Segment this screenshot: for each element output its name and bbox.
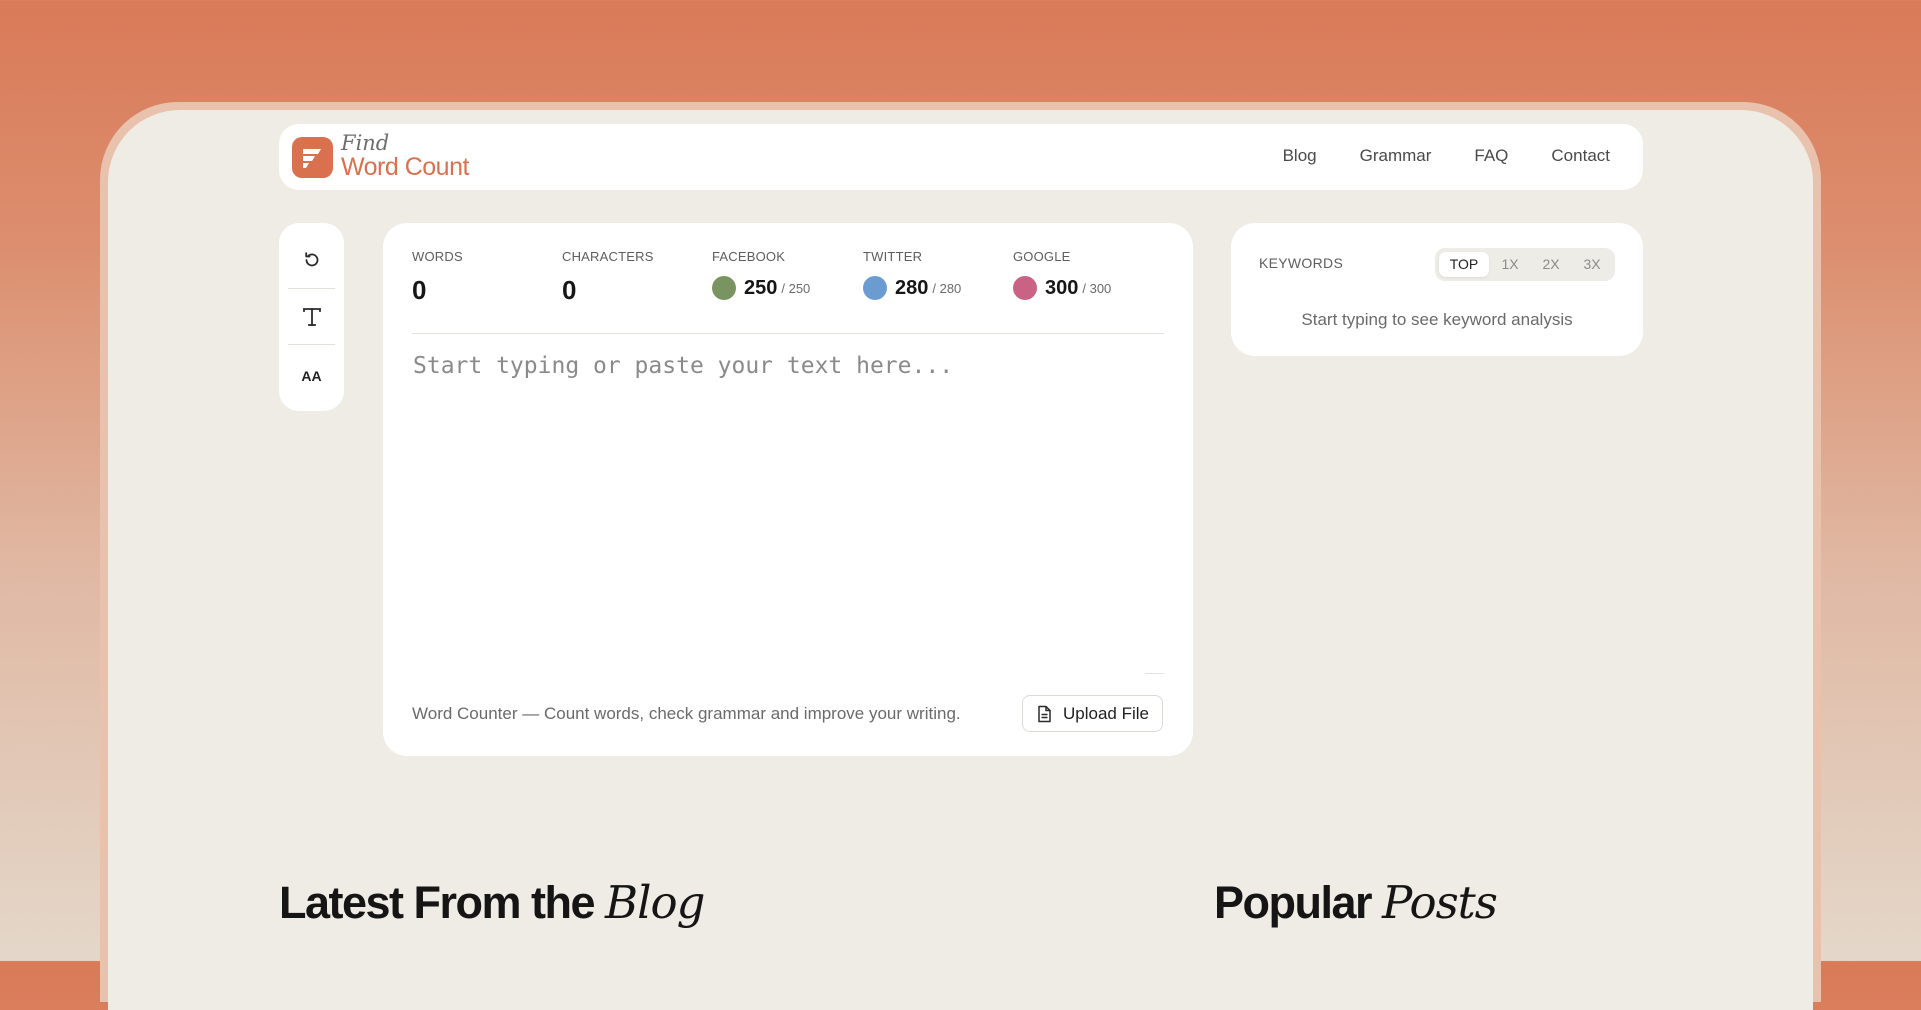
popular-section-heading: Popular Posts [1214, 876, 1498, 929]
facebook-indicator-dot [712, 276, 736, 300]
keywords-tab-1x[interactable]: 1X [1491, 252, 1529, 277]
stat-facebook: FACEBOOK 250 / 250 [712, 249, 810, 300]
keywords-tab-group: TOP 1X 2X 3X [1435, 248, 1615, 281]
reset-icon [302, 250, 322, 275]
editor-card: WORDS 0 CHARACTERS 0 FACEBOOK 250 / 250 … [383, 223, 1193, 756]
keywords-tab-3x[interactable]: 3X [1572, 252, 1612, 277]
stat-characters-value: 0 [562, 275, 577, 305]
keywords-tab-2x[interactable]: 2X [1531, 252, 1571, 277]
stats-divider [412, 333, 1164, 334]
resize-handle[interactable] [1145, 673, 1165, 674]
stat-google: GOOGLE 300 / 300 [1013, 249, 1111, 300]
keywords-tab-top[interactable]: TOP [1439, 252, 1489, 277]
blog-heading-italic: Blog [605, 876, 705, 929]
nav-links: Blog Grammar FAQ Contact [1283, 146, 1610, 166]
file-icon [1037, 705, 1052, 723]
popular-heading-plain: Popular [1214, 877, 1383, 928]
font-size-icon: AA [301, 368, 322, 384]
blog-heading-plain: Latest From the [279, 877, 606, 928]
tool-divider [288, 344, 335, 345]
stat-twitter: TWITTER 280 / 280 [863, 249, 961, 300]
stat-words-label: WORDS [412, 249, 463, 264]
upload-file-button[interactable]: Upload File [1022, 695, 1163, 732]
stat-twitter-label: TWITTER [863, 249, 923, 264]
google-indicator-dot [1013, 276, 1037, 300]
text-editor-input[interactable] [411, 351, 1167, 595]
editor-footer-text: Word Counter — Count words, check gramma… [412, 704, 961, 723]
top-navbar: Find Word Count Blog Grammar FAQ Contact [279, 124, 1643, 190]
popular-heading-italic: Posts [1382, 876, 1498, 929]
stat-facebook-value: 250 [744, 276, 778, 299]
blog-section-heading: Latest From the Blog [279, 876, 705, 929]
reset-button[interactable] [279, 234, 344, 290]
nav-link-grammar[interactable]: Grammar [1360, 146, 1432, 166]
tool-divider [288, 288, 335, 289]
stat-google-value: 300 [1045, 276, 1079, 299]
twitter-indicator-dot [863, 276, 887, 300]
nav-link-contact[interactable]: Contact [1551, 146, 1610, 166]
stat-characters-label: CHARACTERS [562, 249, 654, 264]
stat-google-label: GOOGLE [1013, 249, 1071, 264]
nav-link-faq[interactable]: FAQ [1474, 146, 1508, 166]
text-format-button[interactable] [279, 291, 344, 347]
stat-google-max: / 300 [1082, 280, 1112, 296]
tool-strip: AA [279, 223, 344, 411]
keywords-empty-message: Start typing to see keyword analysis [1301, 310, 1573, 329]
upload-file-label: Upload File [1063, 703, 1149, 723]
keywords-title: KEYWORDS [1259, 255, 1344, 271]
nav-link-blog[interactable]: Blog [1283, 146, 1317, 166]
stat-words-value: 0 [412, 275, 427, 305]
stat-twitter-max: / 280 [932, 280, 962, 296]
text-format-icon [301, 306, 323, 333]
logo-text-word-count[interactable]: Word Count [341, 153, 469, 182]
keywords-panel: KEYWORDS TOP 1X 2X 3X Start typing to se… [1231, 223, 1643, 356]
logo-text-find: Find [341, 131, 390, 155]
stat-twitter-value: 280 [895, 276, 929, 299]
logo-icon[interactable] [292, 137, 333, 178]
stat-facebook-label: FACEBOOK [712, 249, 786, 264]
stat-words: WORDS 0 [412, 249, 463, 306]
stat-facebook-max: / 250 [781, 280, 811, 296]
stat-characters: CHARACTERS 0 [562, 249, 654, 306]
font-size-button[interactable]: AA [279, 348, 344, 404]
